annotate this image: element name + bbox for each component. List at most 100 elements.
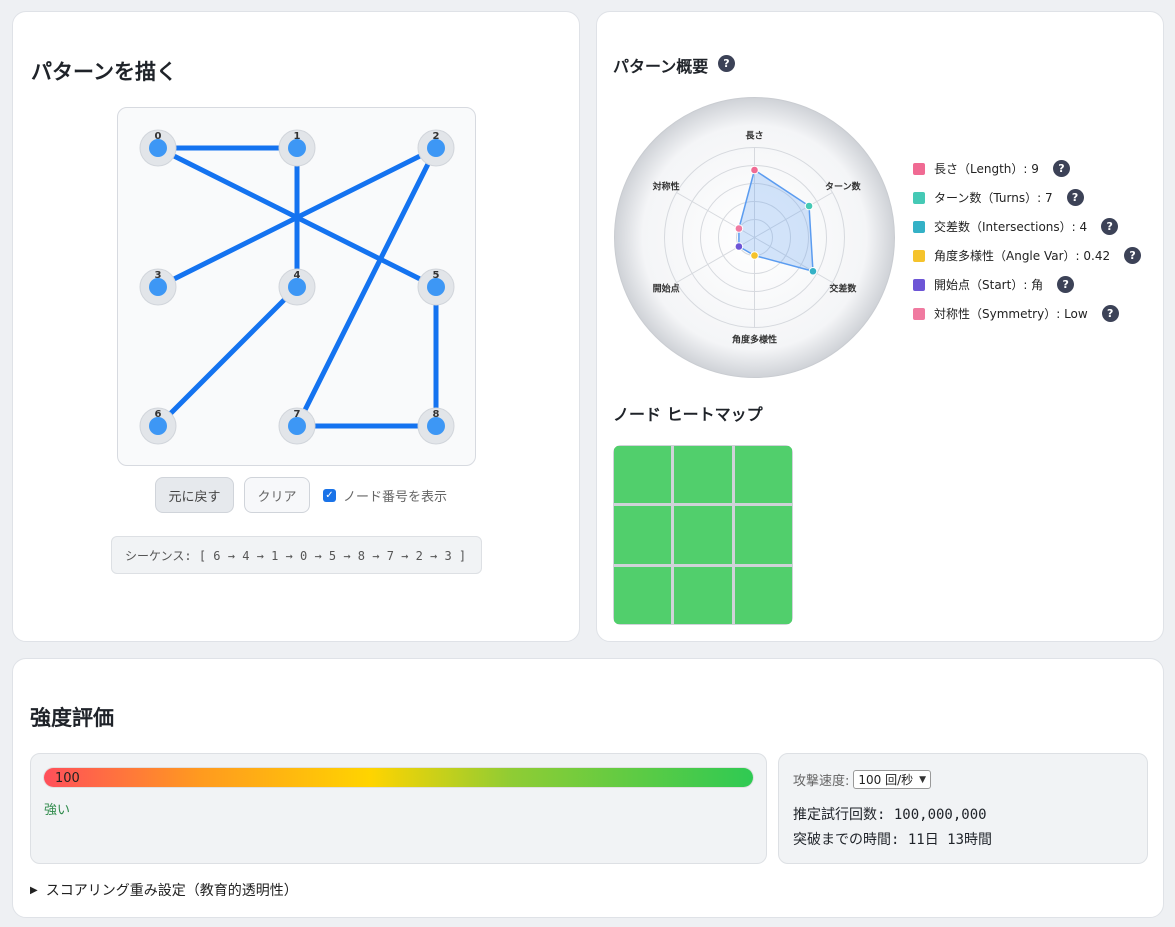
estimated-guesses: 推定試行回数: 100,000,000 [793,807,987,823]
pattern-node[interactable]: 7 [278,407,316,445]
radar-axis-label: 角度多様性 [732,334,777,346]
node-number-label: 8 [433,409,440,420]
strength-card: 強度評価 100 強い 攻撃速度: 100 回/秒 ▼ 推定試行回数: 100,… [12,658,1164,918]
clear-button[interactable]: クリア [244,477,310,513]
legend-swatch [913,191,925,204]
legend-text: 交差数（Intersections）: 4 [934,220,1088,234]
scoring-weights-toggle[interactable]: ▶ スコアリング重み設定（教育的透明性） [30,880,298,900]
legend-text: ターン数（Turns）: 7 [934,191,1053,205]
radar-point [734,242,744,251]
radar-point [804,201,814,211]
radar-axis-label: 交差数 [829,283,857,295]
legend-swatch [913,249,925,262]
pattern-node[interactable]: 0 [139,129,177,167]
legend-swatch [913,278,925,291]
legend-item: 長さ（Length）: 9? [913,154,1141,183]
help-icon[interactable]: ? [1066,189,1084,206]
legend-swatch [913,162,925,175]
legend-text: 対称性（Symmetry）: Low [934,307,1088,321]
radar-axis-label: ターン数 [825,181,862,193]
pattern-node[interactable]: 1 [278,129,316,167]
draw-title: パターンを描く [31,60,177,84]
radar-point [808,266,818,276]
heatmap-cell [614,566,672,624]
pattern-segment [155,284,300,429]
node-number-label: 5 [433,270,440,281]
radar-axis-label: 長さ [745,131,763,142]
undo-button[interactable]: 元に戻す [155,477,234,513]
help-icon[interactable]: ? [718,55,735,72]
strength-meter-fill [44,768,753,787]
chevron-down-icon: ▼ [919,774,927,785]
legend-item: 角度多様性（Angle Var）: 0.42? [913,241,1142,270]
heatmap-cell [674,446,732,504]
pattern-canvas[interactable]: 0 1 2 3 4 5 6 7 8 [118,108,477,467]
pattern-node[interactable]: 3 [139,268,177,306]
radar-point [750,251,759,260]
attack-panel: 攻撃速度: 100 回/秒 ▼ 推定試行回数: 100,000,000 突破まで… [778,753,1148,864]
attack-speed-select[interactable]: 100 回/秒 ▼ [853,770,932,789]
attack-speed-label: 攻撃速度: [793,774,850,789]
node-heatmap [613,445,793,625]
pattern-node[interactable]: 5 [417,268,455,306]
radar-axis-label: 対称性 [652,181,680,193]
show-node-numbers-toggle[interactable]: ✓ ノード番号を表示 [323,486,447,505]
help-icon[interactable]: ? [1052,160,1070,177]
legend-text: 開始点（Start）: 角 [934,278,1044,292]
legend-swatch [913,307,925,320]
strength-score: 100 [55,771,80,786]
legend-text: 角度多様性（Angle Var）: 0.42 [934,249,1111,263]
help-icon[interactable]: ? [1101,218,1119,235]
radar-point [750,165,759,175]
heatmap-cell [674,506,732,564]
node-number-label: 0 [155,131,162,142]
heatmap-cell [734,566,792,624]
radar-legend: 長さ（Length）: 9? ターン数（Turns）: 7? 交差数（Interse… [913,154,1142,328]
help-icon[interactable]: ? [1101,305,1119,322]
pattern-segment [294,145,439,429]
help-icon[interactable]: ? [1057,276,1075,293]
help-icon[interactable]: ? [1124,247,1142,264]
node-number-label: 2 [433,131,440,142]
legend-item: 開始点（Start）: 角? [913,270,1141,299]
summary-title: パターン概要 [613,57,709,76]
heatmap-title: ノード ヒートマップ [613,405,763,424]
scoring-weights-label: スコアリング重み設定（教育的透明性） [45,883,298,899]
pattern-pad[interactable]: 0 1 2 3 4 5 6 7 8 [117,107,476,466]
pattern-summary-card: パターン概要 ? 長さターン数交差数角度多様性 開始点 対称性 長さ（Length）… [596,11,1164,642]
pattern-node[interactable]: 8 [417,407,455,445]
show-node-numbers-label: ノード番号を表示 [343,490,448,505]
strength-meter-panel: 100 強い [30,753,767,864]
node-number-label: 6 [155,409,162,420]
legend-swatch [913,220,925,233]
node-number-label: 7 [294,409,301,420]
attack-speed-row: 攻撃速度: 100 回/秒 ▼ [793,770,932,789]
legend-item: 交差数（Intersections）: 4? [913,212,1141,241]
pattern-node[interactable]: 4 [278,268,316,306]
node-number-label: 3 [155,270,162,281]
radar-axis-label: 開始点 [653,283,680,295]
pattern-draw-card: パターンを描く 0 1 2 3 4 5 6 7 8 元に戻す クリア ✓ ノード番号を表示 シー… [12,11,580,642]
strength-meter: 100 [43,767,754,788]
legend-item: ターン数（Turns）: 7? [913,183,1141,212]
time-to-crack: 突破までの時間: 11日 13時間 [793,832,993,848]
heatmap-cell [734,506,792,564]
node-number-label: 1 [294,131,301,142]
pattern-node[interactable]: 2 [417,129,455,167]
pattern-node[interactable]: 6 [139,407,177,445]
heatmap-cell [674,566,732,624]
checkbox-checked-icon[interactable]: ✓ [323,489,336,502]
legend-text: 長さ（Length）: 9 [934,162,1039,176]
node-number-label: 4 [294,270,301,281]
disclosure-triangle-icon: ▶ [30,884,38,896]
legend-item: 対称性（Symmetry）: Low? [913,299,1141,328]
radar-chart: 長さターン数交差数角度多様性 開始点 対称性 [614,97,895,378]
heatmap-cell [614,506,672,564]
radar-point [734,224,744,233]
sequence-display: シーケンス: [ 6 → 4 → 1 → 0 → 5 → 8 → 7 → 2 →… [111,536,482,574]
strength-label: 強い [44,803,71,818]
heatmap-cell [614,446,672,504]
strength-title: 強度評価 [30,706,114,730]
attack-speed-value: 100 回/秒 [858,773,914,787]
heatmap-cell [734,446,792,504]
